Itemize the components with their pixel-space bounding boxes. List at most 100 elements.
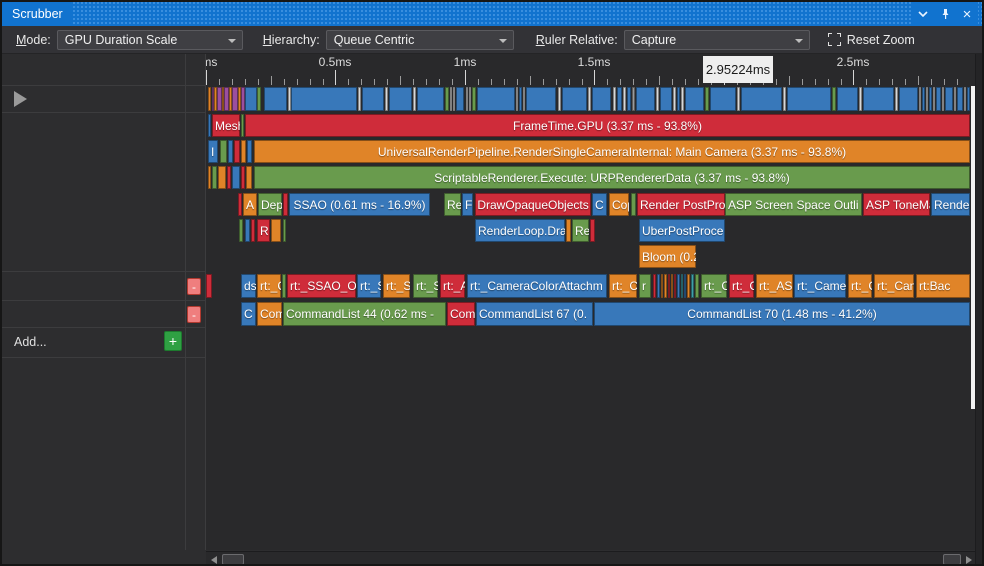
timeline-event-segment[interactable]: UniversalRenderPipeline.RenderSingleCame…	[254, 140, 970, 163]
timeline-event-segment[interactable]: r	[639, 274, 651, 298]
timeline-segment[interactable]	[257, 87, 261, 111]
timeline-segment[interactable]	[477, 87, 515, 111]
timeline-event-segment[interactable]: Mesh	[212, 114, 240, 137]
timeline-segment[interactable]	[238, 193, 242, 216]
remove-row-button[interactable]: -	[187, 278, 201, 295]
timeline-segment[interactable]	[246, 166, 252, 189]
timeline-segment[interactable]	[218, 166, 226, 189]
timeline-segment[interactable]	[469, 87, 471, 111]
timeline-event-segment[interactable]: I	[208, 140, 218, 163]
timeline-segment[interactable]	[685, 87, 704, 111]
timeline-segment[interactable]	[681, 87, 684, 111]
timeline-event-segment[interactable]: CommandList 70 (1.48 ms - 41.2%)	[594, 302, 970, 326]
timeline-event-segment[interactable]: Dep	[258, 193, 282, 216]
timeline-segment[interactable]	[653, 274, 656, 298]
timeline-segment[interactable]	[787, 87, 831, 111]
timeline-event-segment[interactable]: Render PostPro	[637, 193, 725, 216]
timeline-event-segment[interactable]: rt:_C	[257, 274, 281, 298]
timeline-segment[interactable]	[385, 87, 388, 111]
timeline-segment[interactable]	[695, 274, 699, 298]
timeline-segment[interactable]	[358, 87, 361, 111]
timeline-segment[interactable]	[617, 87, 622, 111]
timeline-segment[interactable]	[241, 114, 244, 137]
timeline-segment[interactable]	[632, 87, 635, 111]
timeline-event-segment[interactable]: Rende	[931, 193, 970, 216]
play-expander-icon[interactable]	[14, 91, 27, 107]
reset-zoom-button[interactable]: Reset Zoom	[828, 33, 915, 47]
timeline-segment[interactable]	[228, 140, 233, 163]
timeline-event-segment[interactable]: CommandList 67 (0.	[476, 302, 593, 326]
timeline-event-segment[interactable]: F	[462, 193, 473, 216]
timeline-segment[interactable]	[705, 87, 709, 111]
timeline-segment[interactable]	[899, 87, 918, 111]
timeline-event-segment[interactable]: DrawOpaqueObjects	[475, 193, 591, 216]
timeline-segment[interactable]	[933, 87, 935, 111]
timeline-segment[interactable]	[208, 87, 211, 111]
scroll-left-button[interactable]	[207, 553, 220, 566]
timeline-event-segment[interactable]: ScriptableRenderer.Execute: URPRendererD…	[254, 166, 970, 189]
timeline-segment[interactable]	[456, 87, 464, 111]
timeline-segment[interactable]	[558, 87, 561, 111]
timeline-segment[interactable]	[566, 219, 571, 242]
timeline-segment[interactable]	[389, 87, 412, 111]
timeline-segment[interactable]	[450, 87, 452, 111]
timeline-segment[interactable]	[206, 274, 212, 298]
timeline-segment[interactable]	[681, 274, 683, 298]
timeline-segment[interactable]	[613, 87, 616, 111]
timeline-segment[interactable]	[241, 166, 245, 189]
timeline-segment[interactable]	[677, 87, 680, 111]
timeline-event-segment[interactable]: rt:_C	[848, 274, 872, 298]
timeline-event-segment[interactable]: ASP ToneMa	[863, 193, 930, 216]
timeline-segment[interactable]	[783, 87, 786, 111]
timeline-segment[interactable]	[588, 87, 591, 111]
timeline-event-segment[interactable]: C	[241, 302, 256, 326]
timeline-segment[interactable]	[562, 87, 587, 111]
timeline-event-segment[interactable]: rt:_CameraColorAttachm	[467, 274, 607, 298]
timeline-segment[interactable]	[445, 87, 449, 111]
timeline-segment[interactable]	[656, 87, 659, 111]
timeline-segment[interactable]	[671, 274, 673, 298]
timeline-segment[interactable]	[929, 87, 932, 111]
timeline-event-segment[interactable]: ASP Screen Space Outli	[725, 193, 862, 216]
timeline-event-segment[interactable]: C	[592, 193, 607, 216]
scrollbar-thumb[interactable]	[222, 554, 244, 565]
horizontal-scrollbar[interactable]	[206, 551, 975, 566]
timeline-segment[interactable]	[657, 274, 660, 298]
timeline-segment[interactable]	[710, 87, 736, 111]
timeline-event-segment[interactable]: UberPostProce	[639, 219, 725, 242]
timeline-event-segment[interactable]: rt:_Camer	[794, 274, 846, 298]
timeline-segment[interactable]	[245, 87, 257, 111]
timeline-segment[interactable]	[245, 219, 250, 242]
timeline-event-segment[interactable]: SSAO (0.61 ms - 16.9%)	[289, 193, 430, 216]
timeline-segment[interactable]	[212, 166, 217, 189]
timeline-segment[interactable]	[837, 87, 858, 111]
timeline-segment[interactable]	[282, 274, 286, 298]
timeline-segment[interactable]	[283, 193, 288, 216]
close-icon[interactable]: ×	[960, 7, 974, 21]
timeline-segment[interactable]	[362, 87, 384, 111]
timeline-segment[interactable]	[668, 274, 670, 298]
timeline-segment[interactable]	[283, 219, 286, 242]
timeline-event-segment[interactable]: RenderLoop.Dra	[475, 219, 565, 242]
timeline-segment[interactable]	[741, 87, 782, 111]
timeline-segment[interactable]	[636, 87, 655, 111]
timeline-segment[interactable]	[627, 87, 631, 111]
timeline-event-segment[interactable]: rt:_A	[440, 274, 465, 298]
timeline-event-segment[interactable]: Bloom (0.2	[639, 245, 696, 268]
timeline-event-segment[interactable]: Com	[447, 302, 475, 326]
timeline-segment[interactable]	[737, 87, 740, 111]
timeline-event-segment[interactable]: ds	[241, 274, 256, 298]
timeline-segment[interactable]	[677, 274, 680, 298]
timeline-event-segment[interactable]: rt:_S	[357, 274, 381, 298]
timeline-segment[interactable]	[453, 87, 455, 111]
pin-icon[interactable]	[938, 7, 952, 21]
timeline-event-segment[interactable]: Re	[444, 193, 461, 216]
timeline-segment[interactable]	[516, 87, 518, 111]
timeline-segment[interactable]	[661, 274, 663, 298]
hierarchy-dropdown[interactable]: Queue Centric	[326, 30, 514, 50]
timeline-segment[interactable]	[241, 140, 246, 163]
timeline-event-segment[interactable]: Rer	[572, 219, 589, 242]
timeline-segment[interactable]	[631, 193, 636, 216]
timeline-event-segment[interactable]: A	[243, 193, 257, 216]
timeline-event-segment[interactable]: rt:_S	[413, 274, 438, 298]
